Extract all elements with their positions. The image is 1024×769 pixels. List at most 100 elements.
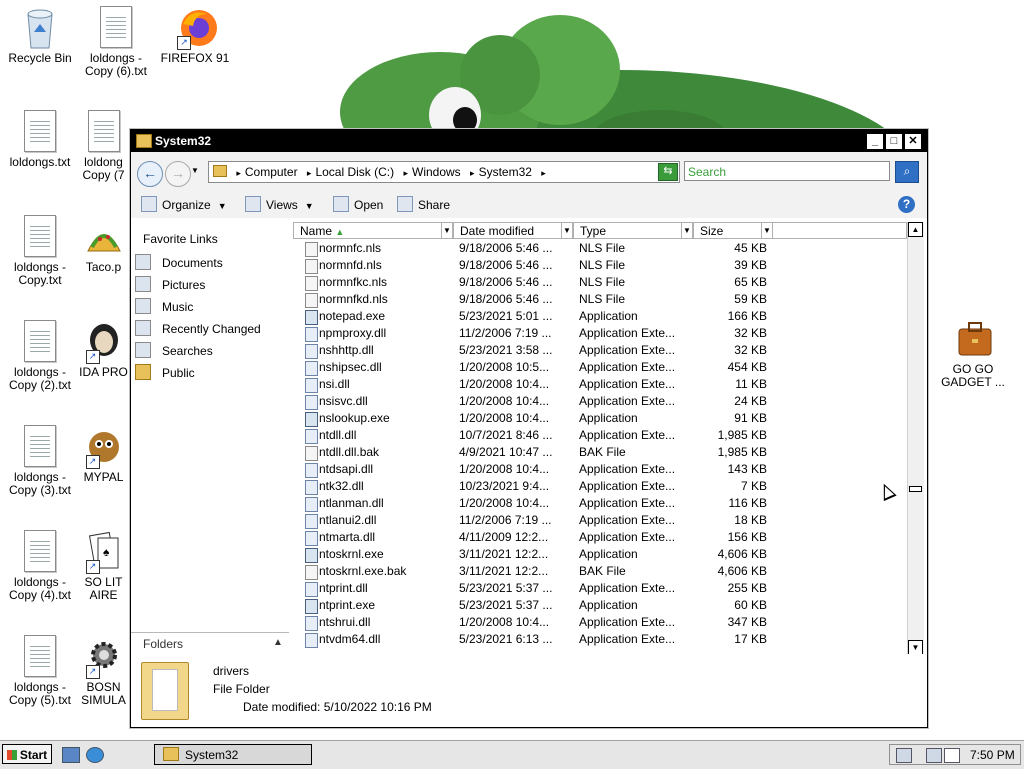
file-row[interactable]: normnfkc.nls 9/18/2006 5:46 ... NLS File 65… <box>293 274 905 291</box>
share-button[interactable]: Share <box>397 196 450 213</box>
help-icon[interactable]: ? <box>898 196 915 213</box>
desktop-icon-recycle-bin[interactable]: Recycle Bin <box>0 2 80 65</box>
file-row[interactable]: notepad.exe 5/23/2021 5:01 ... Application… <box>293 308 905 325</box>
file-row[interactable]: ntmarta.dll 4/11/2009 12:2... Application … <box>293 529 905 546</box>
file-row[interactable]: nshhttp.dll 5/23/2021 3:58 ... Application… <box>293 342 905 359</box>
breadcrumb-computer[interactable]: Computer <box>245 165 298 179</box>
folders-pane-toggle[interactable]: Folders ▲ <box>131 632 289 655</box>
taskbar-item-system32[interactable]: System32 <box>154 744 312 765</box>
nav-item-music[interactable]: Music <box>135 298 285 316</box>
breadcrumb-local-disk[interactable]: Local Disk (C:) <box>315 165 394 179</box>
search-input[interactable]: Search <box>684 161 890 181</box>
network-icon[interactable] <box>896 748 912 763</box>
file-row[interactable]: normnfd.nls 9/18/2006 5:46 ... NLS File 39 … <box>293 257 905 274</box>
file-row[interactable]: nsi.dll 1/20/2008 10:4... Application Exte… <box>293 376 905 393</box>
file-type: Application <box>579 598 638 612</box>
file-row[interactable]: ntdll.dll 10/7/2021 8:46 ... Application E… <box>293 427 905 444</box>
text-file-icon <box>87 110 120 152</box>
chevron-down-icon[interactable]: ▼ <box>761 223 772 238</box>
scroll-thumb[interactable] <box>909 486 922 492</box>
title-bar[interactable]: System32 _ □ ✕ <box>131 130 927 152</box>
file-row[interactable]: ntk32.dll 10/23/2021 9:4... Application Ex… <box>293 478 905 495</box>
folder-icon <box>163 747 179 761</box>
desktop-icon-loldongs-copy-4[interactable]: loldongs - Copy (4).txt <box>0 526 80 602</box>
file-row[interactable]: ntvdm64.dll 5/23/2021 6:13 ... Application… <box>293 631 905 648</box>
chevron-down-icon[interactable]: ▼ <box>561 223 572 238</box>
file-row[interactable]: nshipsec.dll 1/20/2008 10:5... Application… <box>293 359 905 376</box>
nav-item-pictures[interactable]: Pictures <box>135 276 285 294</box>
desktop-icon-go-go-gadget[interactable]: GO GO GADGET ... <box>933 313 1013 389</box>
file-row[interactable]: nslookup.exe 1/20/2008 10:4... Application… <box>293 410 905 427</box>
open-button[interactable]: Open <box>333 196 383 213</box>
address-bar[interactable]: ▸ Computer ▸ Local Disk (C:) ▸ Windows ▸ Sys… <box>208 161 680 183</box>
breadcrumb-windows[interactable]: Windows <box>412 165 461 179</box>
monitor-icon[interactable] <box>926 748 942 763</box>
file-type: NLS File <box>579 241 626 255</box>
file-row[interactable]: ntoskrnl.exe.bak 3/11/2021 12:2... BAK Fil… <box>293 563 905 580</box>
maximize-button[interactable]: □ <box>885 133 903 150</box>
file-row[interactable]: npmproxy.dll 11/2/2006 7:19 ... Applicatio… <box>293 325 905 342</box>
desktop-icon-solitaire[interactable]: ♠ ↗ SO LIT AIRE <box>76 526 131 602</box>
show-desktop-icon[interactable] <box>62 747 80 763</box>
dll-file-icon <box>305 497 318 512</box>
desktop-icon-loldongs-copy-7[interactable]: loldong Copy (7 <box>76 106 131 182</box>
column-header-type[interactable]: Type ▼ <box>573 222 693 239</box>
file-name: nsisvc.dll <box>319 394 368 408</box>
nav-item-searches[interactable]: Searches <box>135 342 285 360</box>
file-type: Application <box>579 309 638 323</box>
file-type: Application Exte... <box>579 479 676 493</box>
column-header-name[interactable]: Name ▲ ▼ <box>293 222 453 239</box>
file-row[interactable]: ntlanman.dll 1/20/2008 10:4... Application… <box>293 495 905 512</box>
file-name: nsi.dll <box>319 377 350 391</box>
volume-muted-icon[interactable] <box>944 748 960 763</box>
organize-button[interactable]: Organize ▼ <box>141 196 227 214</box>
column-header-size[interactable]: Size ▼ <box>693 222 773 239</box>
refresh-button[interactable]: ⇆ <box>658 163 678 181</box>
scroll-down-button[interactable]: ▼ <box>908 640 923 655</box>
desktop-icon-firefox[interactable]: ↗ FIREFOX 91 <box>155 2 235 65</box>
file-name: ntdsapi.dll <box>319 462 374 476</box>
desktop-icon-loldongs-copy-6[interactable]: loldongs - Copy (6).txt <box>76 2 156 78</box>
back-button[interactable]: ← <box>137 161 163 187</box>
file-type: Application Exte... <box>579 462 676 476</box>
share-icon <box>397 196 413 212</box>
desktop-icon-bosn-simula[interactable]: ↗ BOSN SIMULA <box>76 631 131 707</box>
file-row[interactable]: ntdsapi.dll 1/20/2008 10:4... Application … <box>293 461 905 478</box>
desktop-icon-loldongs[interactable]: loldongs.txt <box>0 106 80 169</box>
nav-item-recently-changed[interactable]: Recently Changed <box>135 320 285 338</box>
nav-item-public[interactable]: Public <box>135 364 285 382</box>
views-button[interactable]: Views ▼ <box>245 196 314 214</box>
file-row[interactable]: normnfc.nls 9/18/2006 5:46 ... NLS File 45 … <box>293 240 905 257</box>
search-icon[interactable]: ⌕ <box>895 161 919 183</box>
column-header-date[interactable]: Date modified ▼ <box>453 222 573 239</box>
desktop-icon-ida-pro[interactable]: ↗ IDA PRO <box>76 316 131 379</box>
file-row[interactable]: ntshrui.dll 1/20/2008 10:4... Application … <box>293 614 905 631</box>
breadcrumb-system32[interactable]: System32 <box>479 165 532 179</box>
desktop-icon-mypal[interactable]: ↗ MYPAL <box>76 421 131 484</box>
desktop-icon-loldongs-copy-3[interactable]: loldongs - Copy (3).txt <box>0 421 80 497</box>
chevron-down-icon[interactable]: ▼ <box>681 223 692 238</box>
start-button[interactable]: Start <box>2 744 52 764</box>
file-row[interactable]: nsisvc.dll 1/20/2008 10:4... Application E… <box>293 393 905 410</box>
file-row[interactable]: ntprint.dll 5/23/2021 5:37 ... Application… <box>293 580 905 597</box>
vertical-scrollbar[interactable]: ▲ ▼ <box>907 222 924 656</box>
file-row[interactable]: ntoskrnl.exe 3/11/2021 12:2... Application… <box>293 546 905 563</box>
close-button[interactable]: ✕ <box>904 133 922 150</box>
minimize-button[interactable]: _ <box>866 133 884 150</box>
desktop-icon-loldongs-copy[interactable]: loldongs - Copy.txt <box>0 211 80 287</box>
desktop-icon-loldongs-copy-5[interactable]: loldongs - Copy (5).txt <box>0 631 80 707</box>
scroll-up-button[interactable]: ▲ <box>908 222 923 237</box>
file-row[interactable]: normnfkd.nls 9/18/2006 5:46 ... NLS File 59… <box>293 291 905 308</box>
internet-explorer-icon[interactable] <box>86 747 104 763</box>
nav-item-documents[interactable]: Documents <box>135 254 285 272</box>
desktop-icon-loldongs-copy-2[interactable]: loldongs - Copy (2).txt <box>0 316 80 392</box>
file-row[interactable]: ntdll.dll.bak 4/9/2021 10:47 ... BAK File 1… <box>293 444 905 461</box>
file-row[interactable]: ntlanui2.dll 11/2/2006 7:19 ... Applicatio… <box>293 512 905 529</box>
recent-pages-dropdown[interactable]: ▼ <box>191 166 199 175</box>
chevron-down-icon[interactable]: ▼ <box>441 223 452 238</box>
clock[interactable]: 7:50 PM <box>970 745 1015 765</box>
shortcut-arrow-icon: ↗ <box>85 350 100 364</box>
desktop-icon-taco[interactable]: Taco.p <box>76 211 131 274</box>
file-row[interactable]: ntprint.exe 5/23/2021 5:37 ... Application… <box>293 597 905 614</box>
forward-button[interactable]: → <box>165 161 191 187</box>
